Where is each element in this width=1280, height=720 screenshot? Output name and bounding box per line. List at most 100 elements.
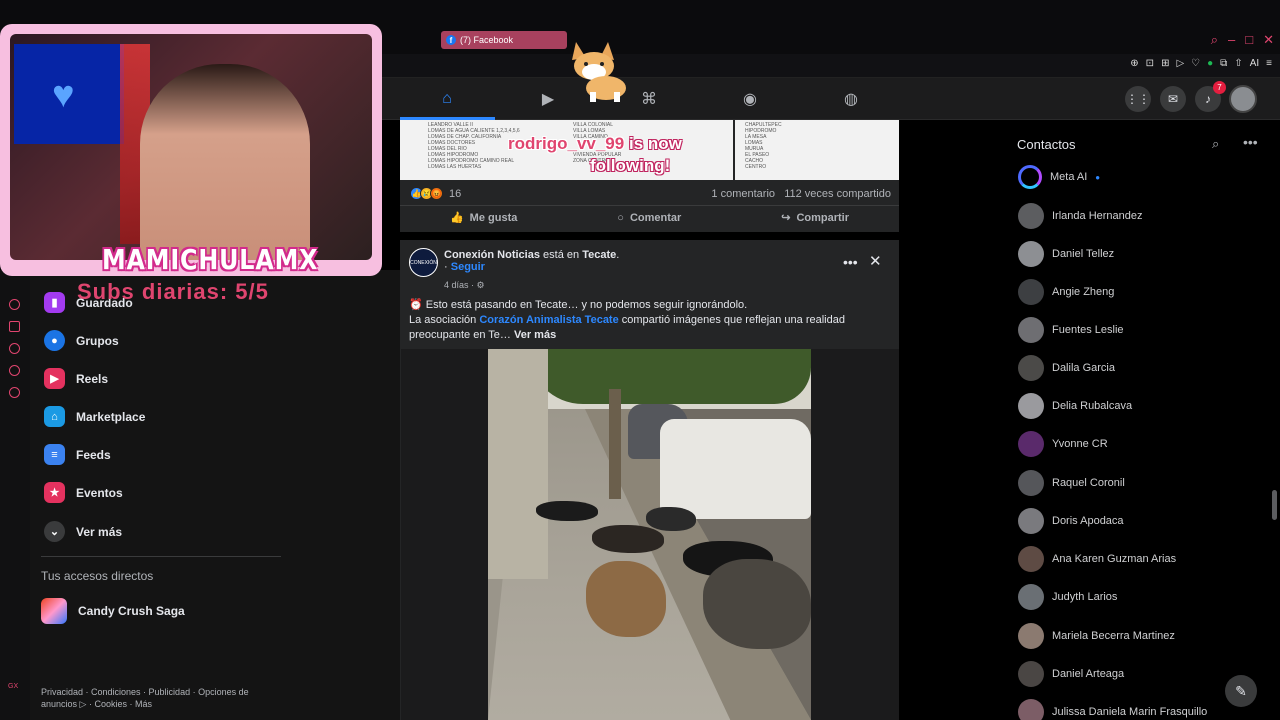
contact-item[interactable]: Irlanda Hernandez xyxy=(1018,203,1143,229)
contact-name: Meta AI xyxy=(1050,171,1088,183)
contact-item[interactable]: Dalila Garcia xyxy=(1018,355,1115,381)
follower-username: rodrigo_vv_99 xyxy=(508,134,625,153)
close-icon[interactable]: ✕ xyxy=(869,252,882,270)
menu-grid-icon[interactable]: ⋮⋮ xyxy=(1125,86,1151,112)
see-more-link[interactable]: Ver más xyxy=(514,329,556,341)
page-avatar[interactable]: CONEXIÓN xyxy=(409,248,438,277)
home-icon[interactable]: ⌂ xyxy=(436,88,458,110)
sidebar-item-label: Ver más xyxy=(76,524,123,539)
close-icon[interactable]: ✕ xyxy=(1263,32,1274,48)
reactions-summary[interactable]: 👍 😢 😡 16 xyxy=(410,187,461,200)
sidebar-item-label: Grupos xyxy=(76,333,119,348)
heart-icon: ♥ xyxy=(52,74,75,116)
avatar xyxy=(1018,546,1044,572)
sidebar-item-reels[interactable]: ▶ Reels xyxy=(44,368,108,389)
share-icon[interactable]: ⇧ xyxy=(1234,58,1242,69)
contact-item[interactable]: Daniel Tellez xyxy=(1018,241,1114,267)
contact-item[interactable]: Raquel Coronil xyxy=(1018,470,1125,496)
streamer-figure xyxy=(140,64,310,260)
avatar xyxy=(1018,317,1044,343)
engagement-counts[interactable]: 1 comentario 112 veces compartido xyxy=(711,188,891,200)
comment-label: Comentar xyxy=(629,211,682,224)
like-button[interactable]: 👍 Me gusta xyxy=(450,211,517,225)
photo-dog xyxy=(592,525,664,553)
share-icon: ↪ xyxy=(781,212,791,224)
post-photo[interactable] xyxy=(488,349,811,720)
browser-tab[interactable]: f (7) Facebook xyxy=(441,31,567,49)
contact-name: Irlanda Hernandez xyxy=(1052,210,1143,222)
avatar xyxy=(1018,393,1044,419)
profile-avatar[interactable] xyxy=(1229,85,1257,113)
gaming-icon[interactable]: ◍ xyxy=(840,88,862,110)
streamer-name: MAMICHULAMX xyxy=(102,243,319,276)
sidebar-item-label: Reels xyxy=(76,371,109,386)
sidebar-item-label: Feeds xyxy=(76,447,111,462)
contact-item[interactable]: Delia Rubalcava xyxy=(1018,393,1132,419)
footer-links[interactable]: Privacidad · Condiciones · Publicidad · … xyxy=(41,686,281,710)
rail-history-icon[interactable] xyxy=(9,343,20,354)
marketplace-icon[interactable]: ⌘ xyxy=(638,88,660,110)
contact-item[interactable]: Daniel Arteaga xyxy=(1018,661,1124,687)
contact-item[interactable]: Doris Apodaca xyxy=(1018,508,1124,534)
rail-box-icon[interactable] xyxy=(9,321,20,332)
comment-count[interactable]: 1 comentario xyxy=(711,188,775,200)
share-label: Compartir xyxy=(796,211,850,224)
contact-item[interactable]: Fuentes Leslie xyxy=(1018,317,1124,343)
contact-item[interactable]: Judyth Larios xyxy=(1018,584,1117,610)
strip-separator xyxy=(733,120,735,180)
sidebar-item-eventos[interactable]: ★ Eventos xyxy=(44,482,123,503)
contact-item[interactable]: Yvonne CR xyxy=(1018,431,1108,457)
shortcut-candy-crush[interactable]: Candy Crush Saga xyxy=(41,598,185,624)
sidebar-item-ver-mas[interactable]: ⌄ Ver más xyxy=(44,521,122,542)
rail-extension-icon[interactable] xyxy=(9,365,20,376)
video-icon[interactable]: ▶ xyxy=(537,88,559,110)
new-message-button[interactable]: ✎ xyxy=(1225,675,1257,707)
groups-icon[interactable]: ◉ xyxy=(739,88,761,110)
tv-screen: ♥ xyxy=(14,44,124,144)
corgi-sticker-icon xyxy=(572,42,626,102)
heart-icon[interactable]: ♡ xyxy=(1191,58,1200,69)
more-options-icon[interactable]: ••• xyxy=(843,254,858,270)
search-icon[interactable]: ⌕ xyxy=(1211,32,1218,48)
sidebar-item-grupos[interactable]: ● Grupos xyxy=(44,330,119,351)
extension-icon[interactable]: ● xyxy=(1207,58,1213,69)
page-name[interactable]: Conexión Noticias xyxy=(444,249,540,261)
sidebar-item-marketplace[interactable]: ⌂ Marketplace xyxy=(44,406,145,427)
contact-item[interactable]: Angie Zheng xyxy=(1018,279,1114,305)
contact-item[interactable]: Julissa Daniela Marin Frasquillo xyxy=(1018,699,1207,720)
minimize-icon[interactable]: – xyxy=(1228,32,1235,48)
contact-item[interactable]: Mariela Becerra Martinez xyxy=(1018,623,1175,649)
follow-button[interactable]: Seguir xyxy=(451,261,485,273)
avatar xyxy=(1018,699,1044,720)
rail-settings-icon[interactable] xyxy=(9,387,20,398)
play-icon[interactable]: ▷ xyxy=(1176,58,1184,69)
post-timestamp[interactable]: 4 días · ⚙ xyxy=(444,280,485,291)
share-button[interactable]: ↪ Compartir xyxy=(781,211,850,225)
comment-button[interactable]: ○ Comentar xyxy=(617,212,681,224)
verified-icon: ● xyxy=(1095,172,1101,182)
sidebar-item-feeds[interactable]: ≡ Feeds xyxy=(44,444,111,465)
photo-dog xyxy=(703,559,811,649)
notification-badge: 7 xyxy=(1213,81,1226,94)
chevron-down-icon: ⌄ xyxy=(44,521,65,542)
maximize-icon[interactable]: □ xyxy=(1245,32,1253,48)
more-options-icon[interactable]: ••• xyxy=(1243,134,1258,150)
mention-link[interactable]: Corazón Animalista Tecate xyxy=(479,314,618,326)
puzzle-icon[interactable]: ⧉ xyxy=(1220,58,1227,69)
pin-icon[interactable]: ⊡ xyxy=(1146,58,1154,69)
scrollbar[interactable] xyxy=(1272,490,1277,520)
menu-icon[interactable]: ≡ xyxy=(1266,58,1272,69)
snapshot-icon[interactable]: ⊞ xyxy=(1161,58,1169,69)
search-icon[interactable]: ⌕ xyxy=(1212,136,1219,152)
share-count[interactable]: 112 veces compartido xyxy=(784,188,891,200)
rail-player-icon[interactable] xyxy=(9,299,20,310)
ai-icon[interactable]: AI xyxy=(1250,58,1259,69)
strip-text-col3: CHAPULTEPEC HIPODROMO LA MESA LOMAS MURU… xyxy=(745,122,782,170)
post-actions: 👍 Me gusta ○ Comentar ↪ Compartir xyxy=(400,205,899,229)
contact-item[interactable]: Ana Karen Guzman Arias xyxy=(1018,546,1176,572)
post-location[interactable]: Tecate xyxy=(582,249,616,261)
comment-icon: ○ xyxy=(617,211,624,224)
zoom-icon[interactable]: ⊕ xyxy=(1130,58,1138,69)
contact-item[interactable]: Meta AI ● xyxy=(1018,165,1100,189)
messenger-icon[interactable]: ✉ xyxy=(1160,86,1186,112)
